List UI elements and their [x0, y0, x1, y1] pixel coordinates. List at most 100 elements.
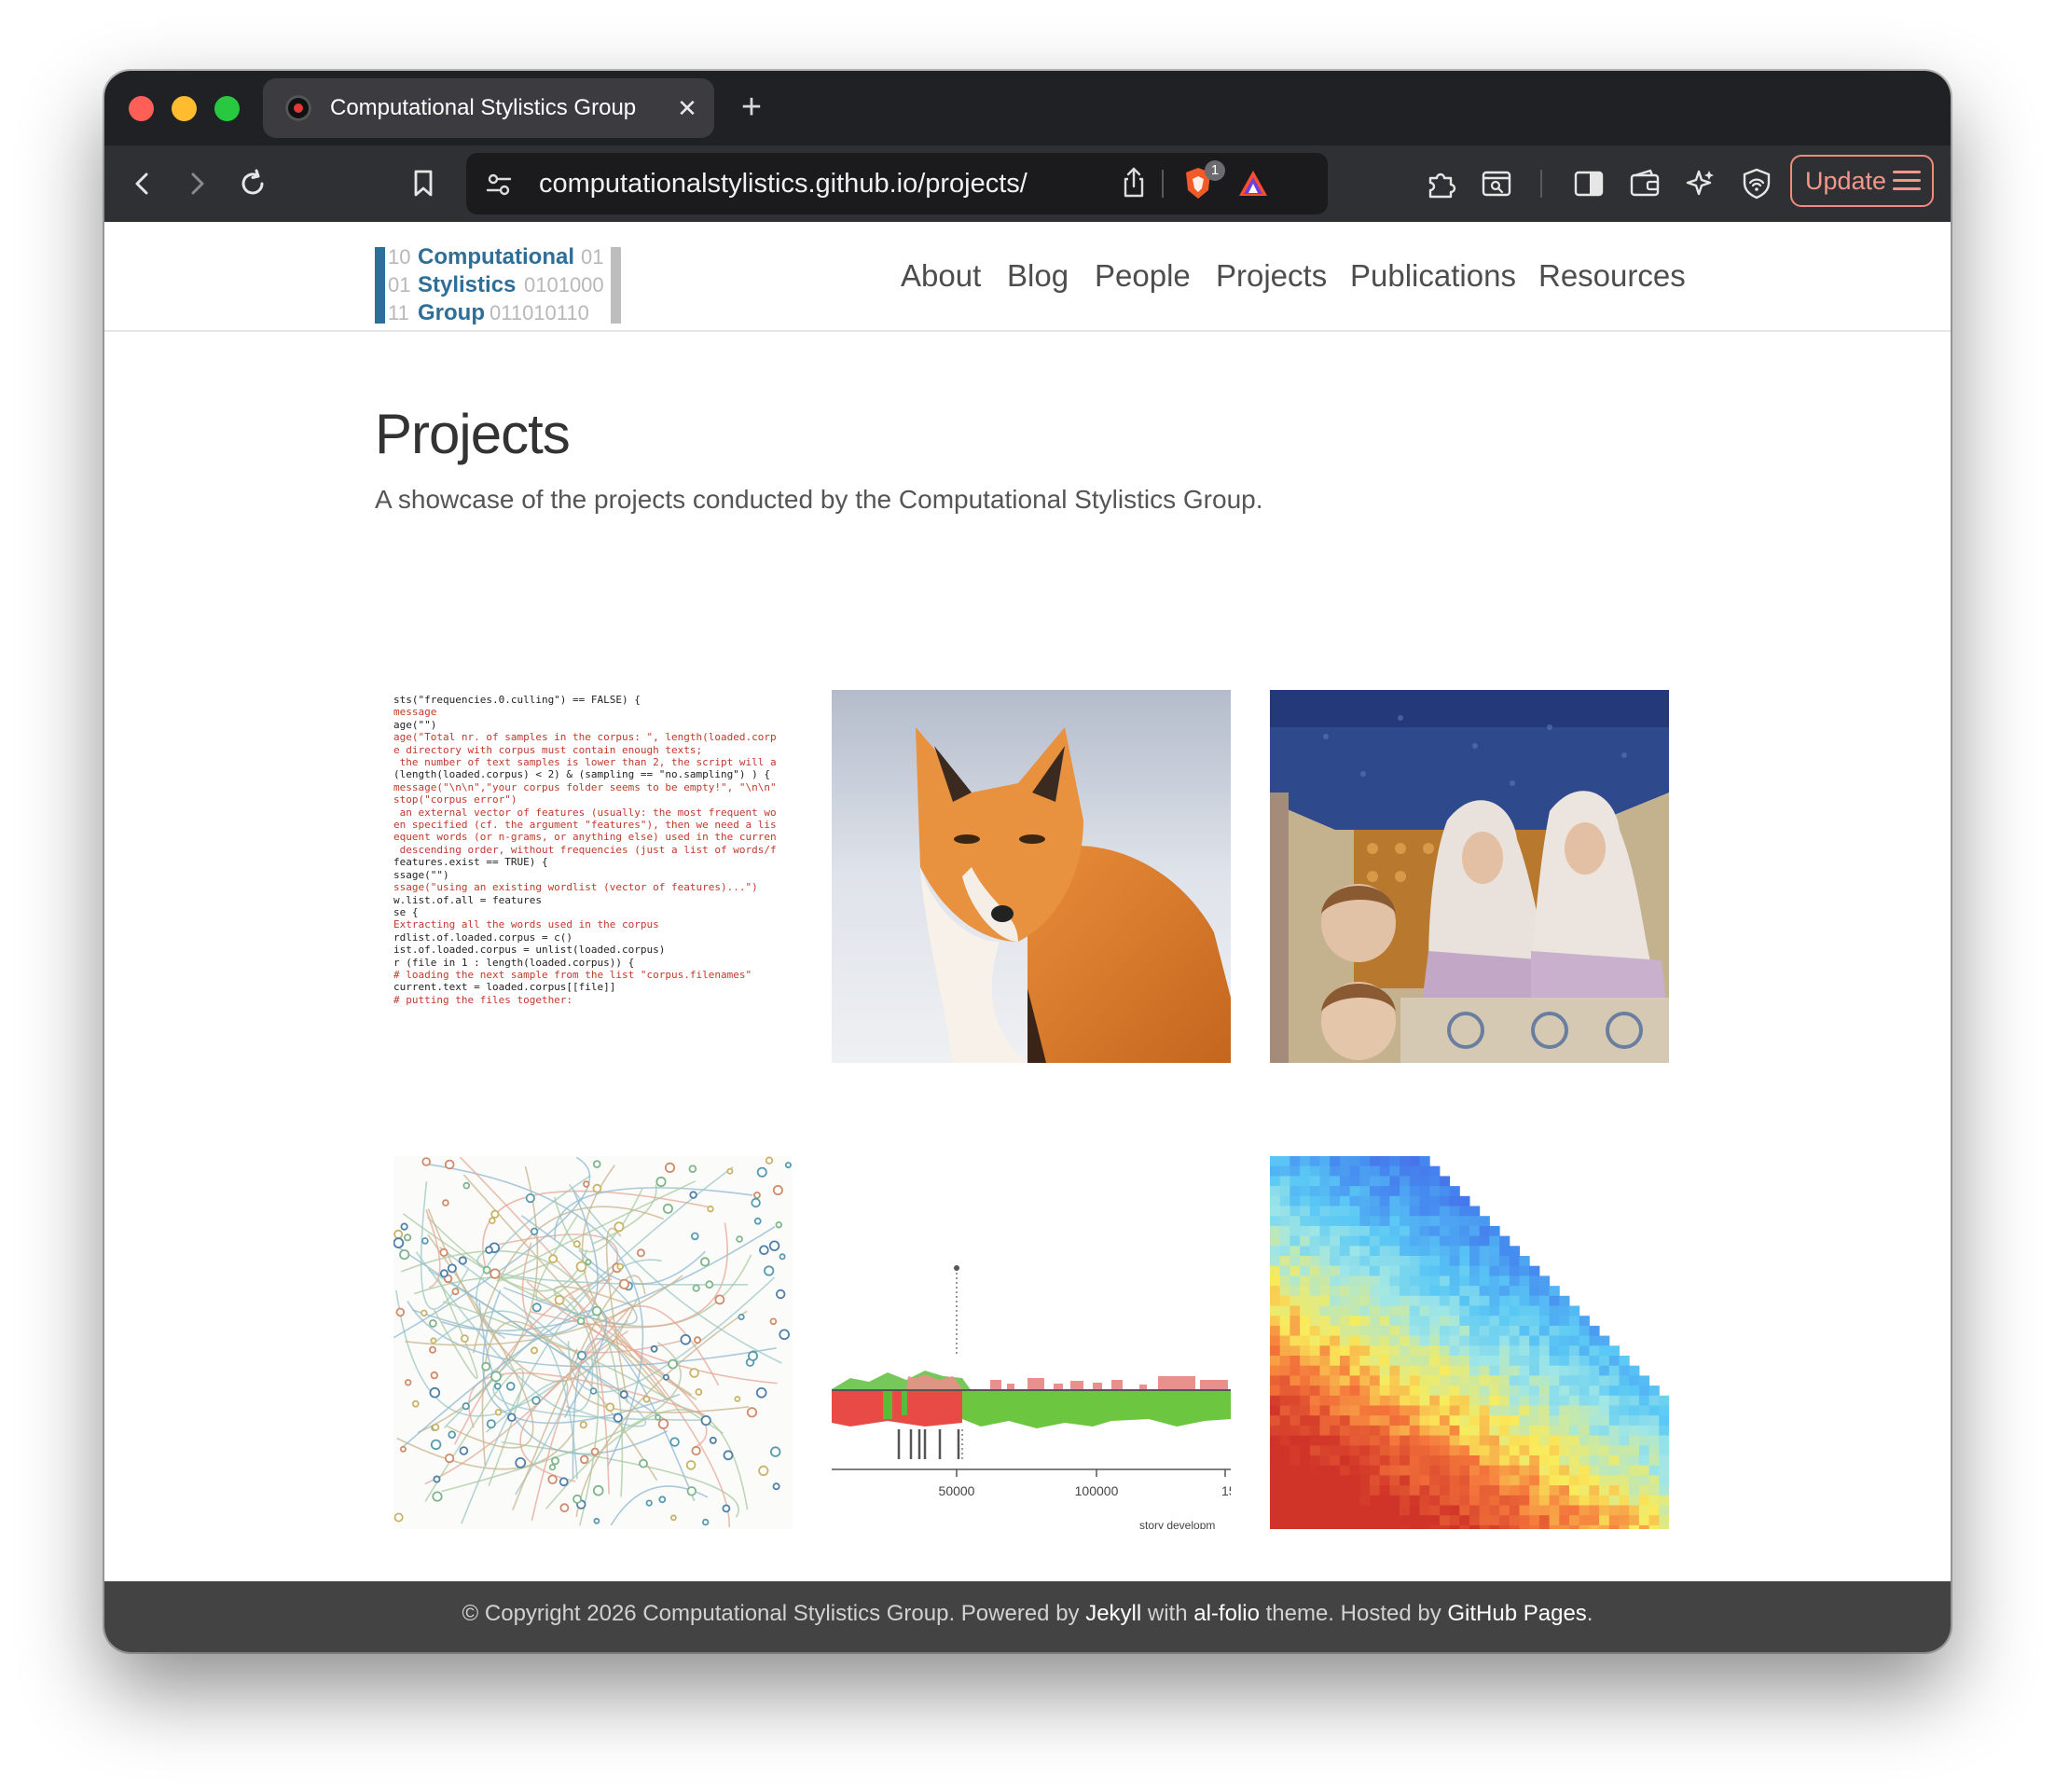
heatmap-cell [1569, 1405, 1580, 1416]
network-node [700, 1414, 711, 1427]
heatmap-cell [1279, 1445, 1290, 1456]
heatmap-cell [1300, 1305, 1311, 1316]
new-tab-button[interactable]: + [731, 78, 772, 138]
heatmap-cell [1469, 1345, 1481, 1357]
close-window-button[interactable] [129, 96, 154, 121]
active-tab[interactable]: Computational Stylistics Group ✕ [263, 78, 714, 138]
update-menu-button[interactable]: Update [1790, 155, 1934, 207]
heatmap-cell [1270, 1195, 1281, 1206]
heatmap-cell [1400, 1225, 1411, 1237]
heatmap-cell [1279, 1156, 1290, 1167]
reload-button[interactable] [230, 161, 275, 206]
heatmap-cell [1359, 1345, 1371, 1357]
heatmap-cell [1519, 1345, 1530, 1357]
leo-ai-button[interactable] [1678, 161, 1723, 206]
nav-people[interactable]: People [1095, 255, 1191, 296]
heatmap-cell [1538, 1305, 1551, 1316]
network-node [753, 1192, 761, 1199]
footer-jekyll-link[interactable]: Jekyll [1085, 1601, 1141, 1626]
reader-search-button[interactable] [1474, 161, 1519, 206]
heatmap-cell [1569, 1495, 1580, 1506]
heatmap-cell [1409, 1165, 1420, 1177]
heatmap-cell [1389, 1165, 1400, 1177]
url-text[interactable]: computationalstylistics.github.io/projec… [539, 153, 1028, 214]
network-node [723, 1450, 734, 1461]
footer-github-pages-link[interactable]: GitHub Pages [1447, 1601, 1586, 1626]
nav-projects[interactable]: Projects [1216, 255, 1327, 296]
extensions-button[interactable] [1419, 161, 1464, 206]
forward-button[interactable] [174, 161, 219, 206]
network-node [642, 1395, 651, 1403]
heatmap-cell [1549, 1495, 1560, 1506]
nav-about[interactable]: About [901, 255, 981, 296]
heatmap-cell [1608, 1465, 1620, 1476]
project-card-network[interactable] [393, 1156, 793, 1529]
network-node [764, 1265, 775, 1276]
heatmap-cell [1469, 1405, 1481, 1416]
site-logo[interactable]: 10 Computational 01 01 Stylistics 010100… [375, 244, 621, 325]
heatmap-cell [1519, 1475, 1530, 1486]
heatmap-cell [1379, 1385, 1390, 1397]
heatmap-cell [1359, 1475, 1371, 1486]
nav-resources[interactable]: Resources [1538, 255, 1686, 296]
code-line: ist.of.loaded.corpus = unlist(loaded.cor… [393, 944, 666, 957]
close-tab-icon[interactable]: ✕ [673, 78, 701, 138]
heatmap-cell [1638, 1415, 1650, 1427]
network-node [494, 1383, 502, 1390]
heatmap-cell [1309, 1405, 1320, 1416]
heatmap-cell [1290, 1345, 1301, 1357]
heatmap-cell [1419, 1375, 1430, 1386]
network-node [525, 1192, 535, 1204]
minimize-window-button[interactable] [172, 96, 197, 121]
maximize-window-button[interactable] [214, 96, 240, 121]
heatmap-cell [1300, 1156, 1311, 1167]
heatmap-cell [1359, 1156, 1371, 1167]
heatmap-cell [1359, 1275, 1371, 1287]
heatmap-cell [1439, 1295, 1451, 1306]
heatmap-cell [1569, 1325, 1580, 1337]
network-node [589, 1387, 598, 1395]
wallet-button[interactable] [1622, 161, 1667, 206]
project-card-manuscript[interactable] [1270, 690, 1669, 1063]
heatmap-cell [1290, 1235, 1301, 1247]
heatmap-cell [1290, 1265, 1301, 1276]
network-node [768, 1240, 780, 1251]
heatmap-cell [1529, 1265, 1540, 1276]
heatmap-cell [1379, 1225, 1390, 1237]
heatmap-cell [1429, 1405, 1441, 1416]
heatmap-cell [1559, 1475, 1570, 1486]
heatmap-cell [1359, 1405, 1371, 1416]
heatmap-cell [1330, 1415, 1341, 1427]
heatmap-cell [1319, 1225, 1331, 1237]
vpn-button[interactable] [1734, 161, 1779, 206]
heatmap-cell [1469, 1365, 1481, 1376]
footer-alfolio-link[interactable]: al-folio [1193, 1601, 1260, 1626]
heatmap-cell [1300, 1275, 1311, 1287]
network-node [494, 1409, 503, 1416]
back-button[interactable] [120, 161, 165, 206]
heatmap-cell [1579, 1385, 1590, 1397]
nav-publications[interactable]: Publications [1350, 255, 1516, 296]
bookmark-button[interactable] [401, 161, 446, 206]
heatmap-cell [1469, 1356, 1481, 1367]
heatmap-cell [1489, 1405, 1500, 1416]
heatmap-cell [1459, 1216, 1470, 1227]
project-card-heatmap[interactable] [1270, 1156, 1669, 1529]
heatmap-cell [1479, 1325, 1490, 1337]
project-card-fox[interactable] [832, 690, 1231, 1063]
heatmap-cell [1319, 1385, 1331, 1397]
heatmap-cell [1309, 1475, 1320, 1486]
nav-blog[interactable]: Blog [1007, 255, 1069, 296]
sidebar-toggle-button[interactable] [1566, 161, 1611, 206]
heatmap-cell [1400, 1445, 1411, 1456]
project-card-plot[interactable]: 50000 100000 15 story developm [832, 1156, 1231, 1529]
heatmap-cell [1370, 1465, 1381, 1476]
network-node [705, 1280, 714, 1289]
project-card-stylo-code[interactable]: sts("frequencies.0.culling") == FALSE) {… [393, 690, 793, 1063]
heatmap-cell [1589, 1495, 1600, 1506]
code-line: current.text = loaded.corpus[[file]] [393, 981, 616, 994]
heatmap-cell [1290, 1415, 1301, 1427]
heatmap-cell [1439, 1335, 1451, 1346]
web-page: 10 Computational 01 01 Stylistics 010100… [104, 222, 1951, 1581]
address-bar[interactable]: computationalstylistics.github.io/projec… [466, 153, 1328, 214]
